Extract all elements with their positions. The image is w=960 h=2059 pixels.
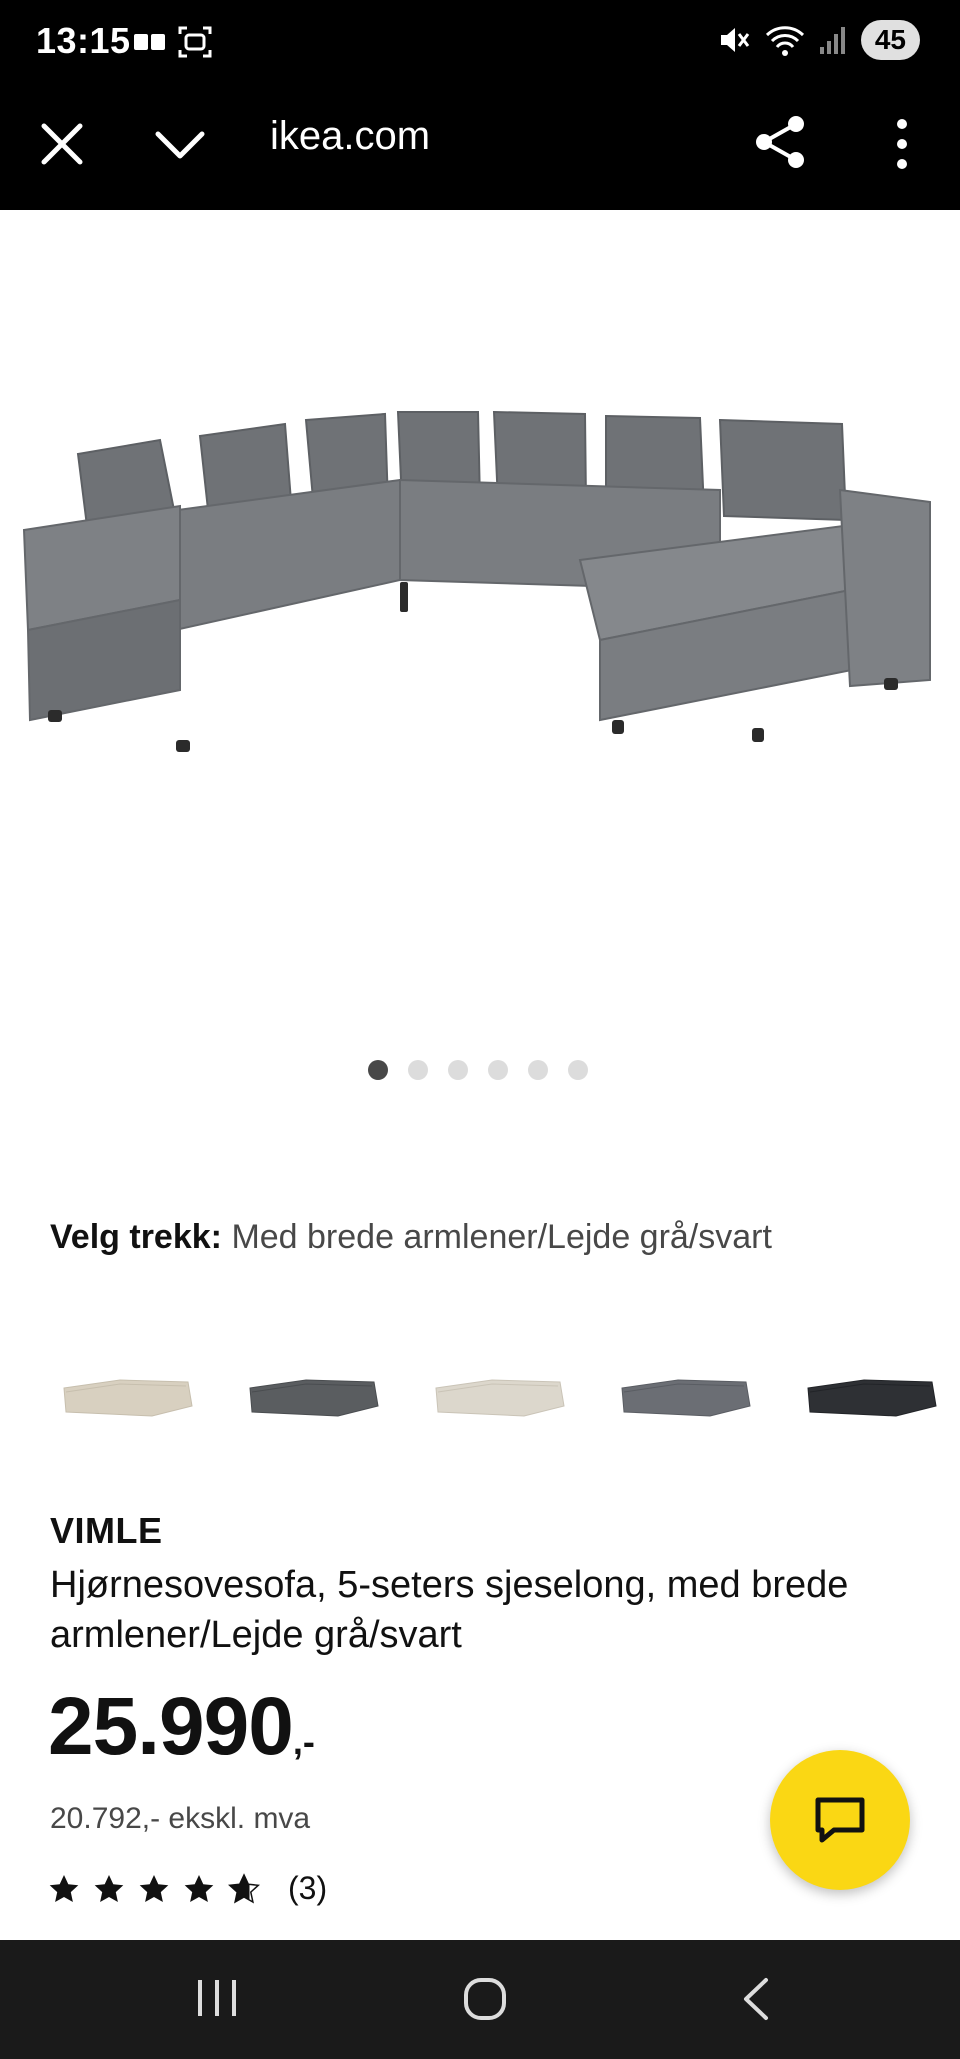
variant-dark-grey[interactable] bbox=[246, 1340, 382, 1450]
variant-black[interactable] bbox=[804, 1340, 940, 1450]
chevron-down-icon[interactable] bbox=[152, 124, 208, 166]
chat-button[interactable] bbox=[770, 1750, 910, 1890]
product-brand: VIMLE bbox=[50, 1510, 163, 1551]
star-icon bbox=[49, 1874, 79, 1902]
variant-light-beige[interactable] bbox=[432, 1340, 568, 1450]
url-text[interactable]: ikea.com bbox=[270, 114, 430, 159]
status-time: 13:15 bbox=[36, 20, 131, 61]
rating-stars bbox=[48, 1872, 260, 1905]
star-half-icon bbox=[228, 1872, 260, 1903]
status-system-icons: 45 bbox=[717, 20, 920, 60]
carousel-dot[interactable] bbox=[528, 1060, 548, 1080]
carousel-dot[interactable] bbox=[368, 1060, 388, 1080]
star-icon bbox=[184, 1874, 214, 1902]
star-icon bbox=[139, 1874, 169, 1902]
more-options-icon[interactable] bbox=[884, 114, 920, 174]
product-image[interactable] bbox=[20, 410, 940, 900]
price-excl-vat: 20.792,- ekskl. mva bbox=[50, 1802, 311, 1835]
status-bar: 13:15 45 bbox=[0, 0, 960, 84]
carousel-dot[interactable] bbox=[568, 1060, 588, 1080]
carousel-dot[interactable] bbox=[448, 1060, 468, 1080]
star-icon bbox=[94, 1874, 124, 1902]
product-description: Hjørnesovesofa, 5-seters sjeselong, med … bbox=[50, 1564, 849, 1656]
screenshot-icon bbox=[178, 26, 212, 58]
variant-beige[interactable] bbox=[60, 1340, 196, 1450]
chat-icon bbox=[815, 1797, 865, 1843]
signal-icon bbox=[819, 27, 845, 54]
home-icon[interactable] bbox=[462, 1976, 508, 2022]
status-notification-icons bbox=[133, 24, 213, 60]
carousel-dot[interactable] bbox=[408, 1060, 428, 1080]
mute-icon bbox=[720, 28, 750, 52]
recent-apps-icon[interactable] bbox=[194, 1976, 240, 2020]
back-icon[interactable] bbox=[738, 1976, 774, 2022]
product-price: 25.990,- bbox=[48, 1680, 315, 1774]
wifi-icon bbox=[765, 26, 804, 56]
price-value: 25.990 bbox=[48, 1681, 294, 1772]
system-nav-bar bbox=[0, 1940, 960, 2059]
product-rating[interactable]: (3) bbox=[48, 1870, 327, 1907]
rating-count: (3) bbox=[288, 1870, 328, 1906]
carousel-dot[interactable] bbox=[488, 1060, 508, 1080]
battery-indicator: 45 bbox=[860, 20, 920, 60]
cover-selection: Velg trekk: Med brede armlener/Lejde grå… bbox=[50, 1218, 772, 1257]
carousel-dots bbox=[368, 1060, 588, 1080]
notification-icon bbox=[134, 34, 165, 50]
price-suffix: ,- bbox=[292, 1721, 315, 1762]
close-icon[interactable] bbox=[36, 118, 88, 170]
product-page: Velg trekk: Med brede armlener/Lejde grå… bbox=[0, 210, 960, 1940]
variant-list bbox=[60, 1340, 960, 1450]
browser-toolbar: ikea.com bbox=[0, 84, 960, 210]
cover-value: Med brede armlener/Lejde grå/svart bbox=[231, 1218, 772, 1256]
cover-label: Velg trekk: bbox=[50, 1218, 222, 1256]
variant-grey[interactable] bbox=[618, 1340, 754, 1450]
share-icon[interactable] bbox=[752, 112, 808, 172]
